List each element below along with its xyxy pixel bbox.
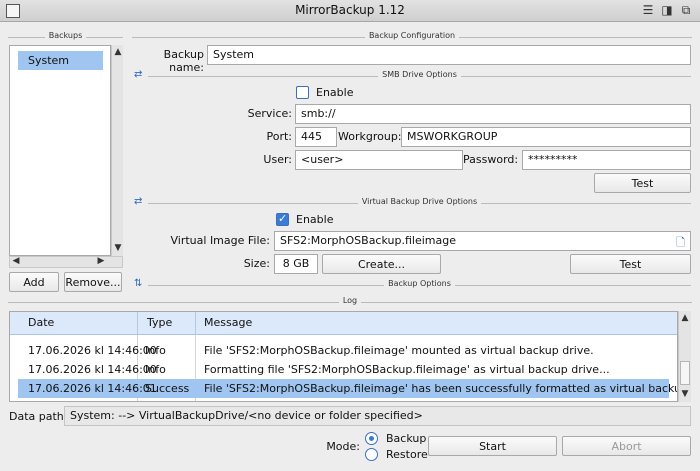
mode-restore-radio[interactable] xyxy=(365,448,378,461)
mode-label: Mode: xyxy=(326,440,360,453)
depth-icon[interactable]: ⧉ xyxy=(678,3,694,18)
port-field[interactable]: 445 xyxy=(295,127,337,147)
scroll-thumb[interactable] xyxy=(680,361,690,385)
data-path-value: System: --> VirtualBackupDrive/<no devic… xyxy=(64,406,691,426)
column-date[interactable]: Date xyxy=(28,316,54,329)
user-field[interactable]: <user> xyxy=(295,150,463,170)
virtual-image-file-value: SFS2:MorphOSBackup.fileimage xyxy=(280,234,456,247)
mode-restore-label: Restore xyxy=(386,448,428,461)
size-label: Size: xyxy=(243,257,270,270)
log-message: File 'SFS2:MorphOSBackup.fileimage' has … xyxy=(204,382,678,395)
user-label: User: xyxy=(263,153,292,166)
service-label: Service: xyxy=(247,107,292,120)
log-date: 17.06.2026 kl 14:46:01 xyxy=(28,382,157,395)
size-field[interactable]: 8 GB xyxy=(274,254,318,274)
scroll-up-icon[interactable]: ▲ xyxy=(679,313,691,323)
window-title: MirrorBackup 1.12 xyxy=(295,3,405,17)
vbd-enable-label: Enable xyxy=(296,213,334,226)
log-date: 17.06.2026 kl 14:46:00 xyxy=(28,344,157,357)
backups-list[interactable]: System xyxy=(9,45,111,256)
title-bar[interactable]: MirrorBackup 1.12 ☰ ◨ ⧉ xyxy=(0,0,700,22)
port-label: Port: xyxy=(266,130,292,143)
log-type: Success xyxy=(145,382,190,395)
log-date: 17.06.2026 kl 14:46:00 xyxy=(28,363,157,376)
log-header: Log xyxy=(8,296,692,308)
password-label: Password: xyxy=(463,153,519,166)
iconify-icon[interactable]: ◨ xyxy=(659,3,675,17)
create-button[interactable]: Create... xyxy=(322,254,441,274)
log-vscrollbar[interactable]: ▲ ▼ xyxy=(678,311,691,402)
log-type: Info xyxy=(145,363,166,376)
service-field[interactable]: smb:// xyxy=(295,104,691,124)
table-row[interactable]: 17.06.2026 kl 14:46:00 Info File 'SFS2:M… xyxy=(10,341,677,360)
virtual-image-file-label: Virtual Image File: xyxy=(170,234,271,247)
scroll-right-icon[interactable]: ▶ xyxy=(95,256,107,266)
backup-name-field[interactable]: System xyxy=(207,45,691,65)
swap-icon[interactable]: ⇄ xyxy=(134,196,142,207)
workgroup-field[interactable]: MSWORKGROUP xyxy=(401,127,691,147)
scroll-down-icon[interactable]: ▼ xyxy=(679,389,691,399)
smb-test-button[interactable]: Test xyxy=(594,173,691,193)
mode-backup-label: Backup xyxy=(386,432,427,445)
start-button[interactable]: Start xyxy=(428,436,557,456)
virtual-image-file-field[interactable]: SFS2:MorphOSBackup.fileimage 🗋 xyxy=(274,231,691,251)
virtual-drive-options-header: Virtual Backup Drive Options xyxy=(148,197,691,209)
password-field[interactable]: ********* xyxy=(522,150,691,170)
data-path-label: Data path: xyxy=(9,410,68,423)
smb-enable-checkbox[interactable] xyxy=(296,86,309,99)
backups-vscrollbar[interactable]: ▲ ▼ xyxy=(111,45,123,256)
smb-enable-label: Enable xyxy=(316,86,354,99)
column-separator[interactable] xyxy=(195,312,196,334)
table-row[interactable]: 17.06.2026 kl 14:46:00 Info Formatting f… xyxy=(10,360,677,379)
workgroup-label: Workgroup: xyxy=(338,130,402,143)
log-table[interactable]: Date Type Message 17.06.2026 kl 14:46:00… xyxy=(9,311,678,402)
scroll-left-icon[interactable]: ◀ xyxy=(10,256,22,266)
smb-options-header: SMB Drive Options xyxy=(148,70,691,82)
column-type[interactable]: Type xyxy=(147,316,172,329)
scroll-down-icon[interactable]: ▼ xyxy=(112,243,124,253)
scroll-up-icon[interactable]: ▲ xyxy=(112,47,124,57)
remove-button[interactable]: Remove... xyxy=(64,272,122,292)
vbd-test-button[interactable]: Test xyxy=(570,254,691,274)
column-separator[interactable] xyxy=(137,312,138,334)
log-message: Formatting file 'SFS2:MorphOSBackup.file… xyxy=(204,363,610,376)
mode-backup-radio[interactable] xyxy=(365,432,378,445)
abort-button[interactable]: Abort xyxy=(562,436,691,456)
backups-header: Backups xyxy=(8,31,123,43)
menu-icon[interactable]: ☰ xyxy=(640,3,656,17)
backups-hscrollbar[interactable]: ◀ ▶ xyxy=(9,256,123,268)
column-message[interactable]: Message xyxy=(204,316,252,329)
log-type: Info xyxy=(145,344,166,357)
vbd-enable-checkbox[interactable] xyxy=(276,212,289,226)
swap-icon[interactable]: ⇄ xyxy=(134,69,142,80)
list-item[interactable]: System xyxy=(18,51,103,70)
updown-icon[interactable]: ⇅ xyxy=(134,278,142,289)
log-message: File 'SFS2:MorphOSBackup.fileimage' moun… xyxy=(204,344,594,357)
backup-configuration-header: Backup Configuration xyxy=(132,31,692,43)
backup-options-header: Backup Options xyxy=(148,279,691,291)
file-picker-icon[interactable]: 🗋 xyxy=(676,234,685,250)
log-table-header: Date Type Message xyxy=(10,312,677,335)
add-button[interactable]: Add xyxy=(9,272,59,292)
table-row[interactable]: 17.06.2026 kl 14:46:01 Success File 'SFS… xyxy=(18,379,677,398)
